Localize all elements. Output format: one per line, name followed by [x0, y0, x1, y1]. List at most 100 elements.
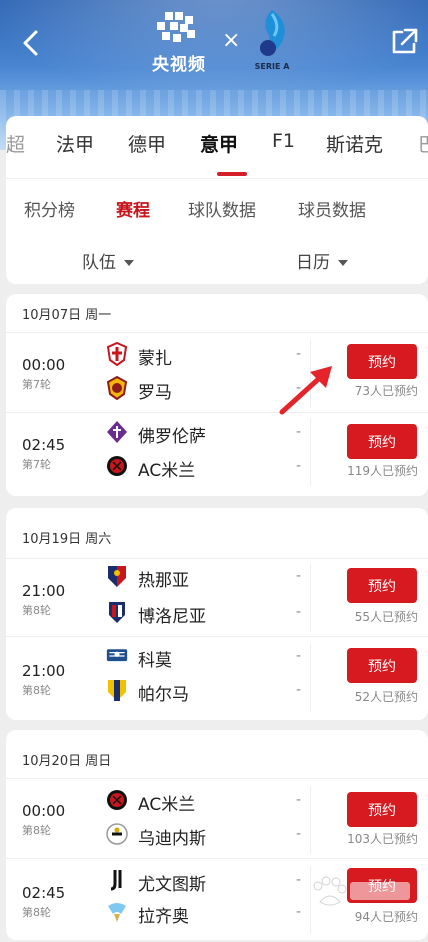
team-crest-icon: [108, 903, 126, 922]
home-score: -: [296, 872, 302, 888]
tab-league-3[interactable]: 意甲: [200, 130, 238, 157]
league-tabs: 超 法甲 德甲 意甲 F1 斯诺克 巴: [6, 130, 428, 166]
team-crest-icon: [106, 342, 128, 366]
day-card: 10月19日 周六 21:00 第8轮 热那亚 博洛尼亚 - - 预约 55人已…: [6, 508, 428, 720]
back-arrow-icon[interactable]: [16, 28, 46, 58]
book-button[interactable]: 预约: [347, 344, 417, 379]
booked-count: 119人已预约: [347, 464, 418, 478]
match-row[interactable]: 00:00 第7轮 蒙扎 罗马 - - 预约 73人已预约: [6, 334, 428, 414]
subtab-1[interactable]: 赛程: [116, 196, 150, 221]
book-button[interactable]: 预约: [347, 792, 417, 827]
match-row[interactable]: 21:00 第8轮 科莫 帕尔马 - - 预约 52人已预约: [6, 640, 428, 720]
match-time: 02:45: [22, 436, 66, 454]
home-score: -: [296, 424, 302, 440]
team-crest-icon: [107, 790, 127, 810]
date-heading: 10月20日 周日: [22, 754, 112, 769]
team-name: 博洛尼亚: [138, 607, 206, 627]
row-divider: [6, 332, 428, 333]
match-round: 第8轮: [22, 684, 51, 697]
column-divider: [310, 418, 311, 486]
navigation-card: 超 法甲 德甲 意甲 F1 斯诺克 巴 积分榜 赛程 球队数据 球员数据 队伍 …: [6, 116, 428, 284]
team-filter[interactable]: 队伍: [82, 248, 134, 273]
date-heading: 10月19日 周六: [22, 532, 112, 547]
team-name: 佛罗伦萨: [138, 427, 206, 447]
book-button[interactable]: 预约: [347, 568, 417, 603]
caret-down-icon: [124, 260, 134, 266]
row-divider: [6, 412, 428, 413]
team-filter-label: 队伍: [82, 253, 116, 273]
tab-league-2[interactable]: 德甲: [128, 130, 166, 157]
share-icon[interactable]: [388, 26, 420, 58]
row-divider: [6, 858, 428, 859]
match-row[interactable]: 21:00 第8轮 热那亚 博洛尼亚 - - 预约 55人已预约: [6, 560, 428, 640]
team-crest-icon: [109, 602, 125, 623]
tab-league-6[interactable]: 巴: [418, 130, 428, 157]
times-sign: ×: [222, 28, 241, 53]
match-time: 21:00: [22, 662, 66, 680]
row-divider: [6, 636, 428, 637]
away-score: -: [296, 826, 302, 842]
team-crest-icon: [108, 566, 126, 587]
tab-league-5[interactable]: 斯诺克: [326, 130, 383, 157]
match-time: 21:00: [22, 582, 66, 600]
cctv-logo-text: 央视频: [152, 55, 206, 75]
book-button[interactable]: 预约: [347, 424, 417, 459]
booked-count: 73人已预约: [354, 384, 418, 398]
team-name: 蒙扎: [138, 349, 172, 369]
team-name: AC米兰: [138, 461, 196, 481]
match-round: 第7轮: [22, 378, 51, 391]
red-arrow-annotation: [279, 366, 332, 415]
tabs-divider: [6, 178, 428, 179]
serie-a-logo: SERIE A: [248, 8, 296, 74]
team-crest-icon: [106, 649, 128, 662]
team-name: 热那亚: [138, 571, 189, 591]
away-score: -: [296, 458, 302, 474]
tab-league-4[interactable]: F1: [272, 130, 295, 152]
column-divider: [310, 564, 311, 632]
serie-a-text: SERIE A: [254, 62, 290, 71]
home-score: -: [296, 568, 302, 584]
book-button[interactable]: 预约: [347, 648, 417, 683]
booked-count: 52人已预约: [354, 690, 418, 704]
away-score: -: [296, 604, 302, 620]
cctv-logo-mark-icon: [157, 12, 195, 42]
team-crest-icon: [107, 421, 127, 443]
caret-down-icon: [338, 260, 348, 266]
calendar-filter-label: 日历: [296, 253, 330, 273]
home-score: -: [296, 648, 302, 664]
booked-count: 103人已预约: [347, 832, 418, 846]
away-score: -: [296, 682, 302, 698]
column-divider: [310, 786, 311, 854]
team-name: AC米兰: [138, 795, 196, 815]
booked-count: 55人已预约: [354, 610, 418, 624]
match-round: 第8轮: [22, 824, 51, 837]
active-tab-indicator: [217, 172, 247, 176]
home-score: -: [296, 792, 302, 808]
team-name: 乌迪内斯: [138, 829, 206, 849]
day-card: 10月07日 周一 00:00 第7轮 蒙扎 罗马 - - 预约 73人已预约 …: [6, 294, 428, 496]
team-name: 科莫: [138, 651, 172, 671]
subtab-0[interactable]: 积分榜: [24, 196, 75, 221]
match-round: 第8轮: [22, 604, 51, 617]
subtab-2[interactable]: 球队数据: [188, 196, 256, 221]
match-time: 02:45: [22, 884, 66, 902]
team-name: 帕尔马: [138, 685, 189, 705]
baidu-watermark: [313, 876, 410, 906]
match-row[interactable]: 02:45 第7轮 佛罗伦萨 AC米兰 - - 预约 119人已预约: [6, 414, 428, 494]
match-time: 00:00: [22, 356, 66, 374]
team-crest-icon: [107, 456, 127, 476]
match-time: 00:00: [22, 802, 66, 820]
tab-league-1[interactable]: 法甲: [56, 130, 94, 157]
team-crest-icon: [110, 870, 122, 891]
tab-league-0[interactable]: 超: [6, 130, 25, 157]
calendar-filter[interactable]: 日历: [296, 248, 348, 273]
team-crest-icon: [108, 680, 126, 701]
row-divider: [6, 778, 428, 779]
column-divider: [310, 644, 311, 712]
team-crest-icon: [106, 376, 128, 400]
date-heading: 10月07日 周一: [22, 308, 112, 323]
subtab-3[interactable]: 球员数据: [298, 196, 366, 221]
match-row[interactable]: 00:00 第8轮 AC米兰 乌迪内斯 - - 预约 103人已预约: [6, 780, 428, 860]
team-name: 尤文图斯: [138, 875, 206, 895]
cctv-logo: 央视频: [146, 12, 212, 75]
